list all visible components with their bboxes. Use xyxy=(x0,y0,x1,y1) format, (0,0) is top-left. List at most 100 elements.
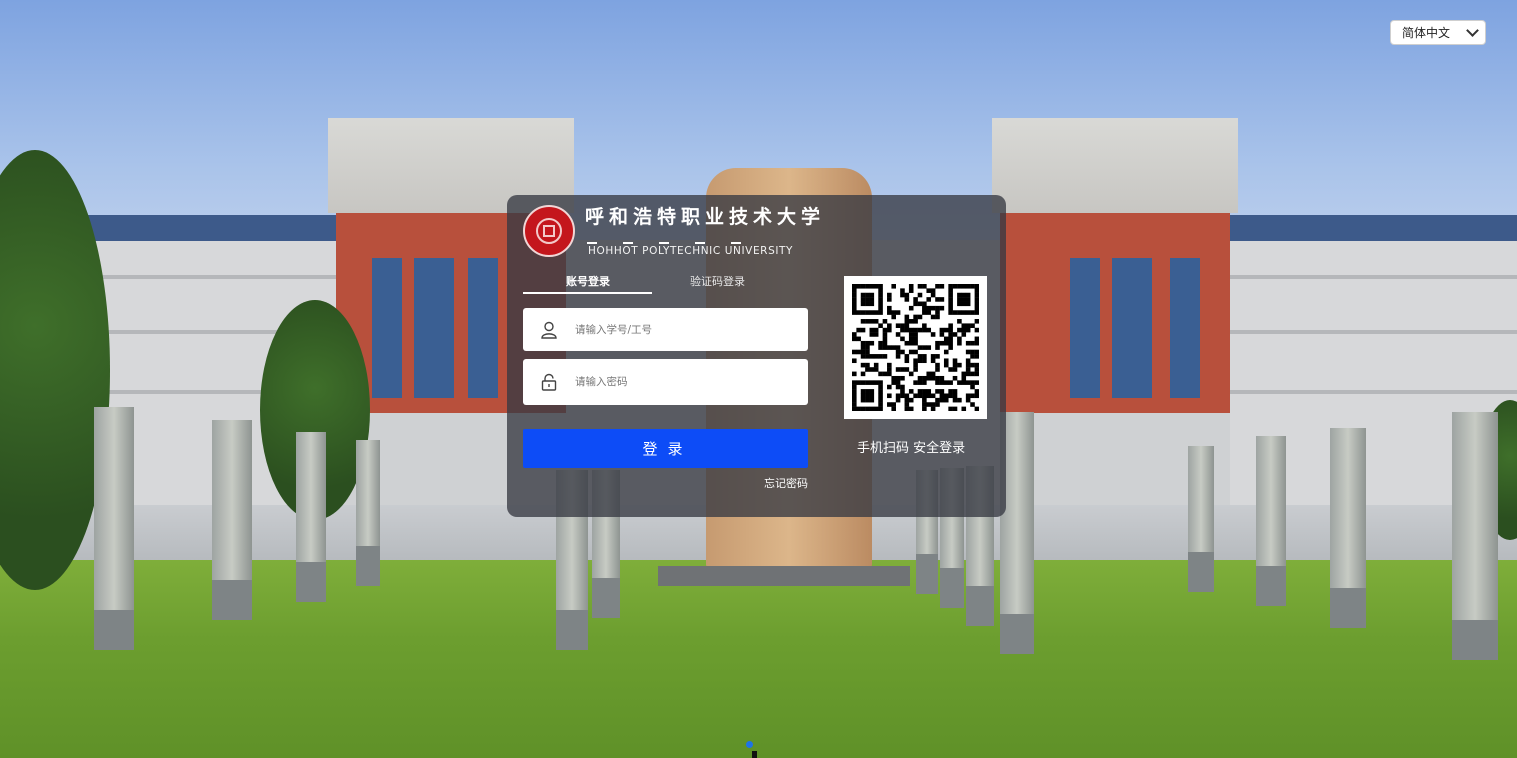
qr-module xyxy=(860,319,866,324)
qr-module xyxy=(908,332,914,337)
qr-module xyxy=(852,288,857,293)
qr-module xyxy=(869,292,875,298)
qr-module xyxy=(900,336,905,342)
qr-module xyxy=(882,327,888,333)
qr-module xyxy=(952,284,958,289)
qr-module xyxy=(878,323,883,328)
qr-module xyxy=(948,406,953,411)
qr-module xyxy=(904,358,910,364)
qr-module xyxy=(917,375,923,381)
qr-module xyxy=(856,406,861,411)
qr-module xyxy=(869,319,875,324)
qr-module xyxy=(974,406,979,411)
qr-module xyxy=(917,314,923,320)
university-logo xyxy=(523,205,575,257)
qr-module xyxy=(952,367,958,372)
qr-module xyxy=(856,310,861,315)
qr-module xyxy=(926,305,932,311)
qr-module xyxy=(878,354,883,359)
qr-module xyxy=(913,336,918,342)
qr-module xyxy=(852,332,857,337)
qr-module xyxy=(957,301,962,307)
light-pillar xyxy=(1330,428,1366,628)
language-select[interactable]: 简体中文 xyxy=(1390,20,1486,45)
qr-module xyxy=(922,393,927,399)
qr-module xyxy=(939,397,945,403)
university-name-cn: 呼和浩特职业技术大学 xyxy=(585,206,826,228)
password-input[interactable] xyxy=(575,376,795,388)
qr-module xyxy=(852,402,857,407)
qr-module xyxy=(895,375,901,381)
qr-module xyxy=(913,297,918,302)
qr-module xyxy=(935,402,940,407)
qr-module xyxy=(887,393,892,399)
qr-module xyxy=(869,354,875,359)
qr-module xyxy=(852,393,857,399)
qr-module xyxy=(904,406,910,411)
qr-module xyxy=(930,402,936,407)
qr-module xyxy=(935,397,940,403)
qr-module xyxy=(900,367,905,372)
forgot-password-link[interactable]: 忘记密码 xyxy=(764,475,808,491)
qr-module xyxy=(860,393,866,399)
qr-module xyxy=(943,393,949,399)
qr-module xyxy=(873,380,879,385)
qr-module xyxy=(873,327,879,333)
username-input[interactable] xyxy=(575,323,795,336)
qr-module xyxy=(961,310,967,315)
qr-module xyxy=(939,389,945,394)
qr-module xyxy=(922,380,927,385)
qr-module xyxy=(887,367,892,372)
qr-module xyxy=(952,406,958,411)
language-select-value: 简体中文 xyxy=(1402,26,1451,40)
qr-module xyxy=(961,406,967,411)
qr-module xyxy=(957,297,962,302)
qr-module xyxy=(917,301,923,307)
qr-module xyxy=(860,284,866,289)
qr-module xyxy=(865,345,870,350)
qr-module xyxy=(913,332,918,337)
qr-module xyxy=(948,292,953,298)
qr-module xyxy=(852,310,857,315)
qr-module xyxy=(904,323,910,328)
password-field[interactable] xyxy=(523,359,808,405)
qr-module xyxy=(882,371,888,377)
qr-module xyxy=(952,332,958,337)
tab-account-login[interactable]: 账号登录 xyxy=(566,273,610,289)
qr-module xyxy=(852,297,857,302)
qr-module xyxy=(887,305,892,311)
qr-module xyxy=(948,297,953,302)
qr-module xyxy=(904,292,910,298)
qr-module xyxy=(926,371,932,377)
qr-module xyxy=(891,314,896,320)
qr-module xyxy=(860,371,866,377)
qr-module xyxy=(904,354,910,359)
qr-module xyxy=(922,375,927,381)
qr-module xyxy=(957,336,962,342)
qr-module xyxy=(869,397,875,403)
qr-module xyxy=(873,362,879,368)
qr-module xyxy=(873,332,879,337)
qr-module xyxy=(961,297,967,302)
tab-sms-login[interactable]: 验证码登录 xyxy=(690,273,745,289)
qr-module xyxy=(939,305,945,311)
qr-module xyxy=(935,310,940,315)
username-field[interactable] xyxy=(523,308,808,351)
qr-module xyxy=(869,367,875,372)
qr-module xyxy=(852,371,857,377)
qr-module xyxy=(900,327,905,333)
qr-module xyxy=(926,345,932,350)
qr-module xyxy=(935,362,940,368)
qr-module xyxy=(878,310,883,315)
qr-module xyxy=(965,397,971,403)
qr-module xyxy=(913,301,918,307)
carousel-indicator[interactable] xyxy=(746,741,753,748)
qr-module xyxy=(926,389,932,394)
qr-module xyxy=(974,340,979,346)
login-button[interactable]: 登录 xyxy=(523,429,808,468)
qr-module xyxy=(974,319,979,324)
qr-module xyxy=(922,323,927,328)
qr-module xyxy=(865,389,870,394)
qr-module xyxy=(970,393,975,399)
qr-module xyxy=(922,354,927,359)
